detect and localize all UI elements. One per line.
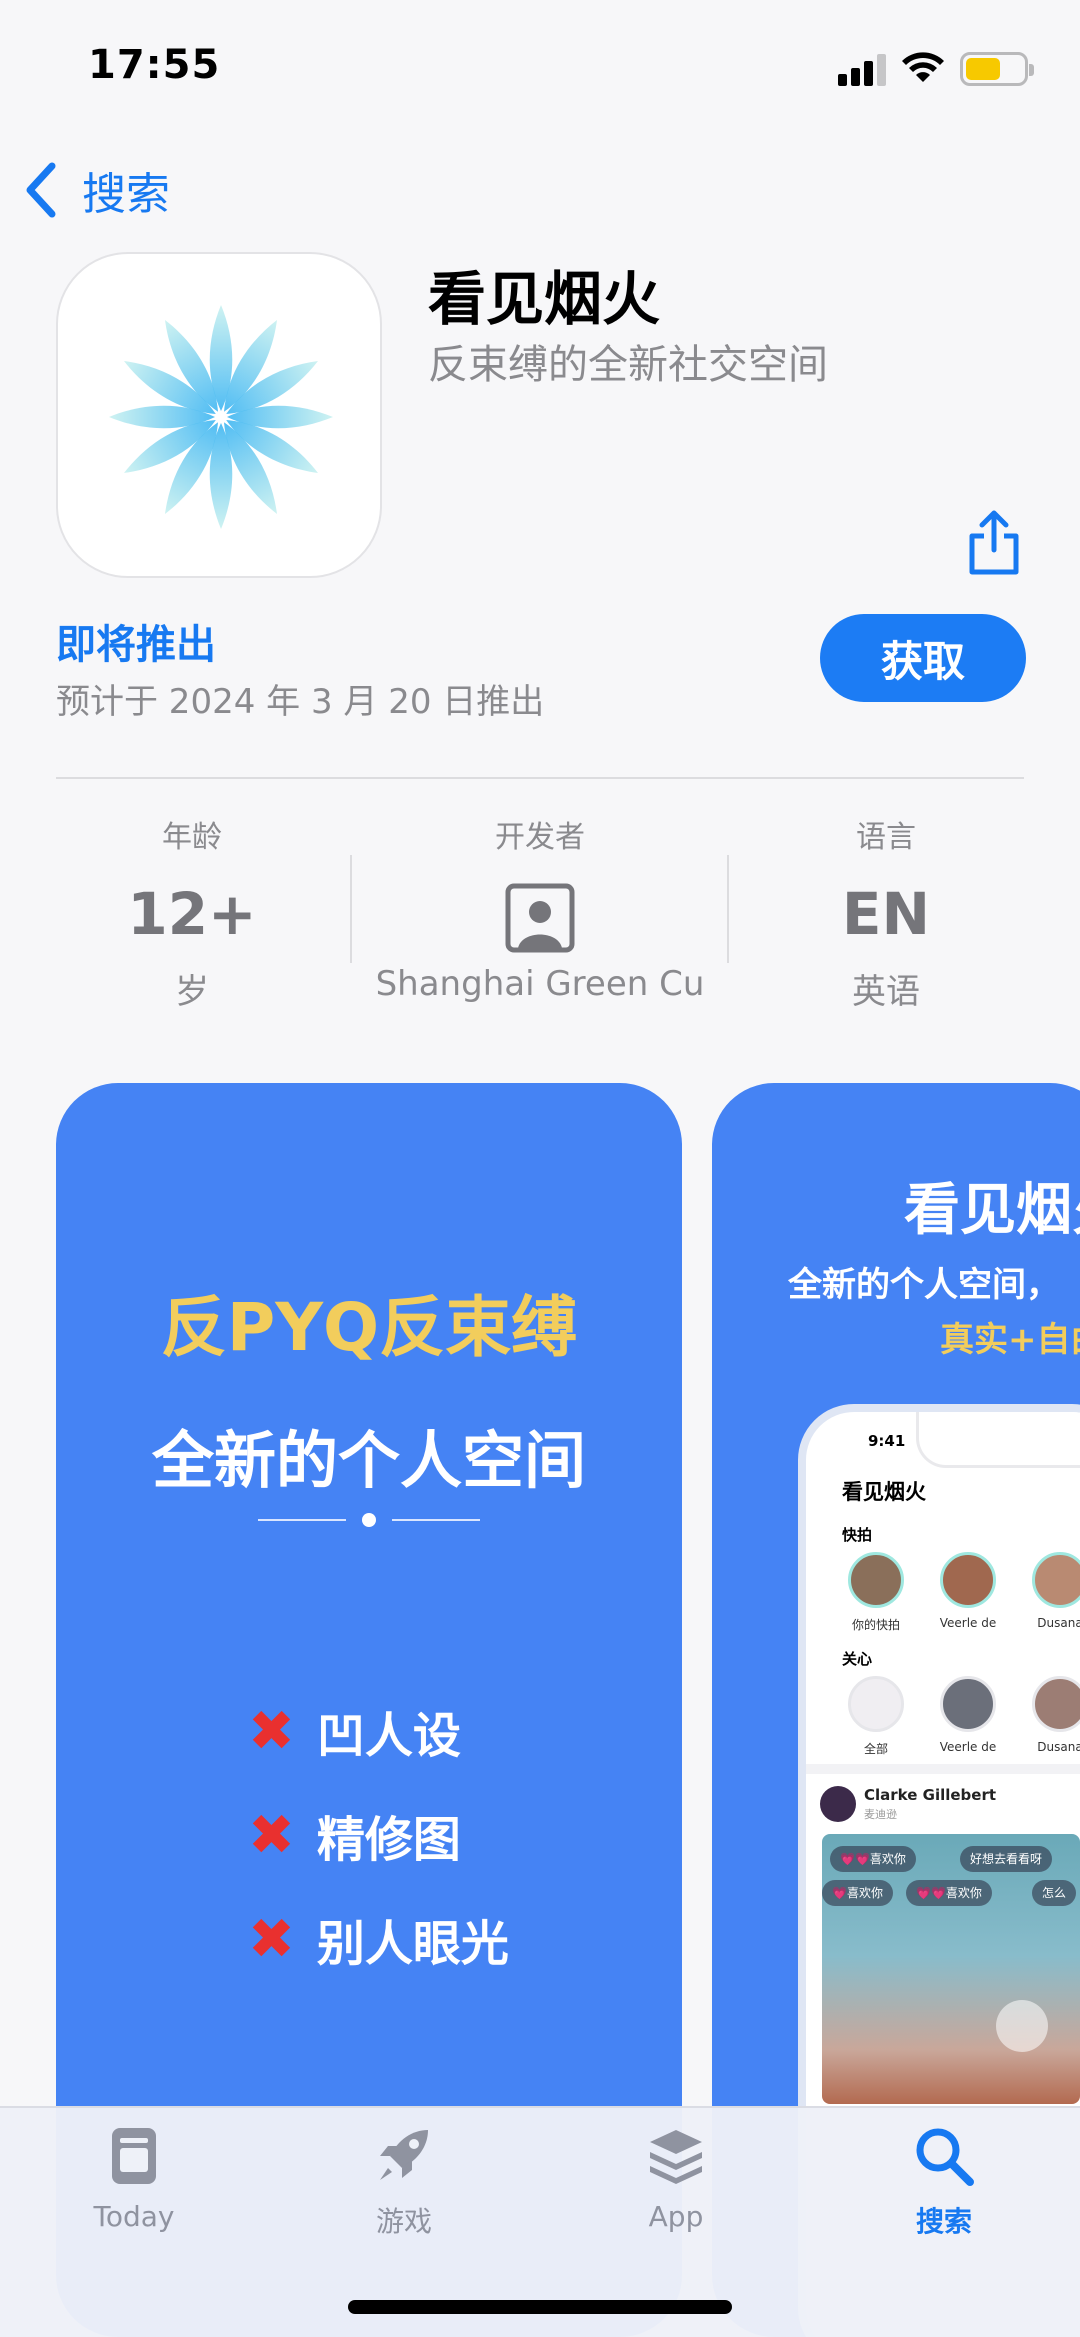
back-button[interactable]: 搜索 bbox=[22, 158, 170, 222]
avatar bbox=[1032, 1676, 1080, 1732]
rocket-icon bbox=[380, 2130, 428, 2180]
phone-notch bbox=[916, 1412, 1080, 1468]
phone-time: 9:41 bbox=[868, 1432, 906, 1450]
info-language[interactable]: 语言 EN 英语 bbox=[786, 812, 986, 1013]
info-age[interactable]: 年龄 12+ 岁 bbox=[92, 812, 292, 1013]
info-developer-label: 开发者 bbox=[495, 820, 585, 855]
avatar-name: Dusana bbox=[1037, 1616, 1080, 1630]
app-title: 看见烟火 bbox=[428, 265, 661, 333]
comment-chip: 💗💗喜欢你 bbox=[830, 1846, 916, 1872]
avatar bbox=[1032, 1552, 1080, 1608]
info-language-label: 语言 bbox=[856, 820, 916, 855]
tab-label: Today bbox=[93, 2200, 175, 2233]
comment-chip: 💗喜欢你 bbox=[822, 1880, 893, 1906]
info-separator bbox=[350, 855, 352, 963]
screenshot-1-item: ✖ 凹人设 bbox=[248, 1698, 461, 1765]
info-language-sub: 英语 bbox=[852, 972, 920, 1012]
info-age-value: 12+ bbox=[127, 880, 257, 948]
screenshot-2-tagline: 真实+自由 bbox=[940, 1320, 1080, 1360]
app-subtitle: 反束缚的全新社交空间 bbox=[428, 342, 828, 388]
post-image bbox=[822, 1834, 1080, 2104]
cellular-signal-icon bbox=[838, 52, 888, 86]
info-developer-sub: Shanghai Green Cu bbox=[375, 964, 705, 1004]
screenshot-1-subheadline: 全新的个人空间 bbox=[151, 1424, 586, 1497]
info-language-value: EN bbox=[841, 880, 931, 948]
screenshot-1-item: ✖ 别人眼光 bbox=[248, 1906, 509, 1973]
screenshot-2-subtitle: 全新的个人空间， bbox=[788, 1265, 1060, 1305]
screenshot-1-item: ✖ 精修图 bbox=[248, 1802, 461, 1869]
status-bar: 17:55 bbox=[0, 0, 1080, 140]
cross-icon: ✖ bbox=[248, 1906, 295, 1972]
avatar-name: 全部 bbox=[863, 1742, 888, 1756]
chevron-left-icon bbox=[26, 162, 56, 218]
tab-apps[interactable]: App bbox=[586, 2124, 766, 2233]
avatar-name: Veerle de bbox=[939, 1616, 997, 1630]
screenshot-2-title: 看见烟火 bbox=[904, 1178, 1080, 1243]
avatar-name: Dusana bbox=[1037, 1740, 1080, 1754]
tab-label: 游戏 bbox=[375, 2205, 432, 2238]
back-label: 搜索 bbox=[82, 169, 170, 220]
avatar bbox=[940, 1676, 996, 1732]
divider-dot-decoration bbox=[258, 1513, 480, 1527]
info-age-sub: 岁 bbox=[175, 972, 209, 1012]
phone-app-title: 看见烟火 bbox=[842, 1480, 926, 1504]
tab-search[interactable]: 搜索 bbox=[854, 2124, 1034, 2240]
tab-label: App bbox=[648, 2200, 704, 2233]
today-icon bbox=[112, 2128, 156, 2184]
release-date: 预计于 2024 年 3 月 20 日推出 bbox=[56, 682, 545, 722]
avatar bbox=[848, 1676, 904, 1732]
layers-icon bbox=[650, 2130, 702, 2184]
tab-label: 搜索 bbox=[915, 2205, 972, 2238]
post-meta: 麦迪逊 bbox=[864, 1808, 897, 1821]
cross-icon: ✖ bbox=[248, 1698, 295, 1764]
phone-section-quick: 快拍 bbox=[842, 1526, 873, 1544]
avatar-name: Veerle de bbox=[939, 1740, 997, 1754]
share-icon[interactable] bbox=[964, 510, 1024, 576]
avatar bbox=[820, 1786, 856, 1822]
avatar bbox=[940, 1552, 996, 1608]
info-age-label: 年龄 bbox=[162, 820, 222, 855]
get-button[interactable]: 获取 bbox=[820, 614, 1026, 702]
info-developer[interactable]: 开发者 Shanghai Green Cu bbox=[370, 812, 710, 1004]
tab-today[interactable]: Today bbox=[44, 2124, 224, 2233]
status-time: 17:55 bbox=[88, 42, 221, 88]
screenshot-1-headline: 反PYQ反束缚 bbox=[160, 1289, 578, 1366]
comment-chip: 怎么 bbox=[1032, 1880, 1077, 1906]
divider bbox=[56, 777, 1024, 779]
wifi-icon bbox=[902, 52, 944, 82]
battery-icon bbox=[960, 52, 1034, 86]
cross-icon: ✖ bbox=[248, 1802, 295, 1868]
tab-games[interactable]: 游戏 bbox=[314, 2124, 494, 2240]
comment-chip: 💗💗喜欢你 bbox=[906, 1880, 992, 1906]
avatar bbox=[848, 1552, 904, 1608]
firework-logo-icon bbox=[109, 305, 333, 529]
developer-icon bbox=[370, 878, 710, 953]
search-icon bbox=[916, 2128, 974, 2186]
info-separator bbox=[727, 855, 729, 963]
play-icon bbox=[996, 2000, 1048, 2052]
comment-chip: 好想去看看呀 bbox=[960, 1846, 1053, 1872]
app-icon bbox=[56, 252, 382, 578]
post-header: Clarke Gillebert 麦迪逊 bbox=[806, 1764, 1080, 1834]
coming-soon-label: 即将推出 bbox=[56, 622, 216, 668]
post-author: Clarke Gillebert bbox=[864, 1786, 997, 1804]
avatar-name: 你的快拍 bbox=[851, 1618, 900, 1632]
home-indicator[interactable] bbox=[348, 2300, 732, 2314]
phone-section-follow: 关心 bbox=[842, 1650, 873, 1668]
